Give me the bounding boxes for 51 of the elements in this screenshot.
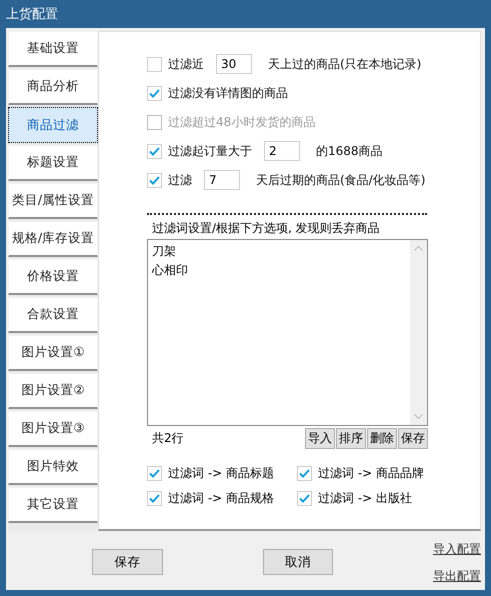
- number-field[interactable]: 7: [204, 170, 240, 190]
- sidebar-tab[interactable]: 合款设置: [8, 297, 98, 333]
- footer-button[interactable]: 保存: [92, 549, 162, 575]
- option-label: 天上过的商品(只在本地记录): [268, 56, 422, 72]
- option-label: 过滤没有详情图的商品: [168, 84, 288, 102]
- sidebar-tab[interactable]: 其它设置: [8, 487, 98, 523]
- option-label: 过滤起订量大于: [168, 142, 252, 160]
- checkbox[interactable]: [147, 172, 162, 188]
- sidebar-tab[interactable]: 图片设置①: [8, 335, 98, 371]
- scrollbar[interactable]: [410, 240, 427, 425]
- number-field[interactable]: 2: [264, 141, 300, 161]
- checkbox[interactable]: [297, 491, 312, 506]
- list-button[interactable]: 保存: [398, 428, 428, 449]
- list-line: 心相印: [152, 262, 189, 279]
- checkbox[interactable]: [147, 56, 162, 72]
- sidebar-tab[interactable]: 规格/库存设置: [8, 221, 98, 257]
- option-label: 的1688商品: [316, 142, 383, 160]
- sidebar-tab[interactable]: 图片设置③: [8, 411, 98, 447]
- line-count: 共2行: [151, 430, 185, 447]
- config-link[interactable]: 导入配置: [433, 541, 481, 558]
- list-button[interactable]: 排序: [336, 428, 366, 449]
- section-heading: 过滤词设置/根据下方选项, 发现则丢弃商品: [151, 220, 381, 237]
- window-title: 上货配置: [5, 6, 59, 24]
- option-label: 过滤词 -> 商品规格: [168, 490, 274, 507]
- option-label: 过滤词 -> 出版社: [318, 490, 412, 507]
- sidebar-tab[interactable]: 价格设置: [8, 259, 98, 295]
- sidebar-tab[interactable]: 基础设置: [8, 31, 98, 67]
- sidebar-tab[interactable]: 图片特效: [8, 449, 98, 485]
- checkbox[interactable]: [297, 466, 312, 481]
- sidebar-tab[interactable]: 商品过滤: [8, 107, 98, 143]
- option-label: 过滤近: [168, 56, 204, 72]
- checkbox[interactable]: [147, 491, 162, 506]
- list-button[interactable]: 导入: [305, 428, 335, 449]
- sidebar-tab[interactable]: 标题设置: [8, 145, 98, 181]
- sidebar-tab[interactable]: 类目/属性设置: [8, 183, 98, 219]
- checkbox[interactable]: [147, 86, 162, 100]
- filter-word-list[interactable]: 刀架 心相印: [147, 239, 428, 426]
- option-label: 过滤超过48小时发货的商品: [168, 114, 316, 130]
- sidebar-tab[interactable]: 图片设置②: [8, 373, 98, 409]
- sidebar-tab[interactable]: 商品分析: [8, 69, 98, 105]
- option-label: 过滤: [168, 172, 192, 188]
- checkbox[interactable]: [147, 466, 162, 481]
- option-label: 天后过期的商品(食品/化妆品等): [256, 172, 426, 188]
- list-button[interactable]: 删除: [367, 428, 397, 449]
- config-link[interactable]: 导出配置: [433, 568, 481, 585]
- number-field[interactable]: 30: [216, 54, 252, 74]
- option-label: 过滤词 -> 商品标题: [168, 465, 274, 482]
- footer-button[interactable]: 取消: [262, 549, 333, 575]
- list-line: 刀架: [152, 243, 177, 260]
- option-label: 过滤词 -> 商品品牌: [318, 465, 424, 482]
- checkbox[interactable]: [147, 144, 162, 158]
